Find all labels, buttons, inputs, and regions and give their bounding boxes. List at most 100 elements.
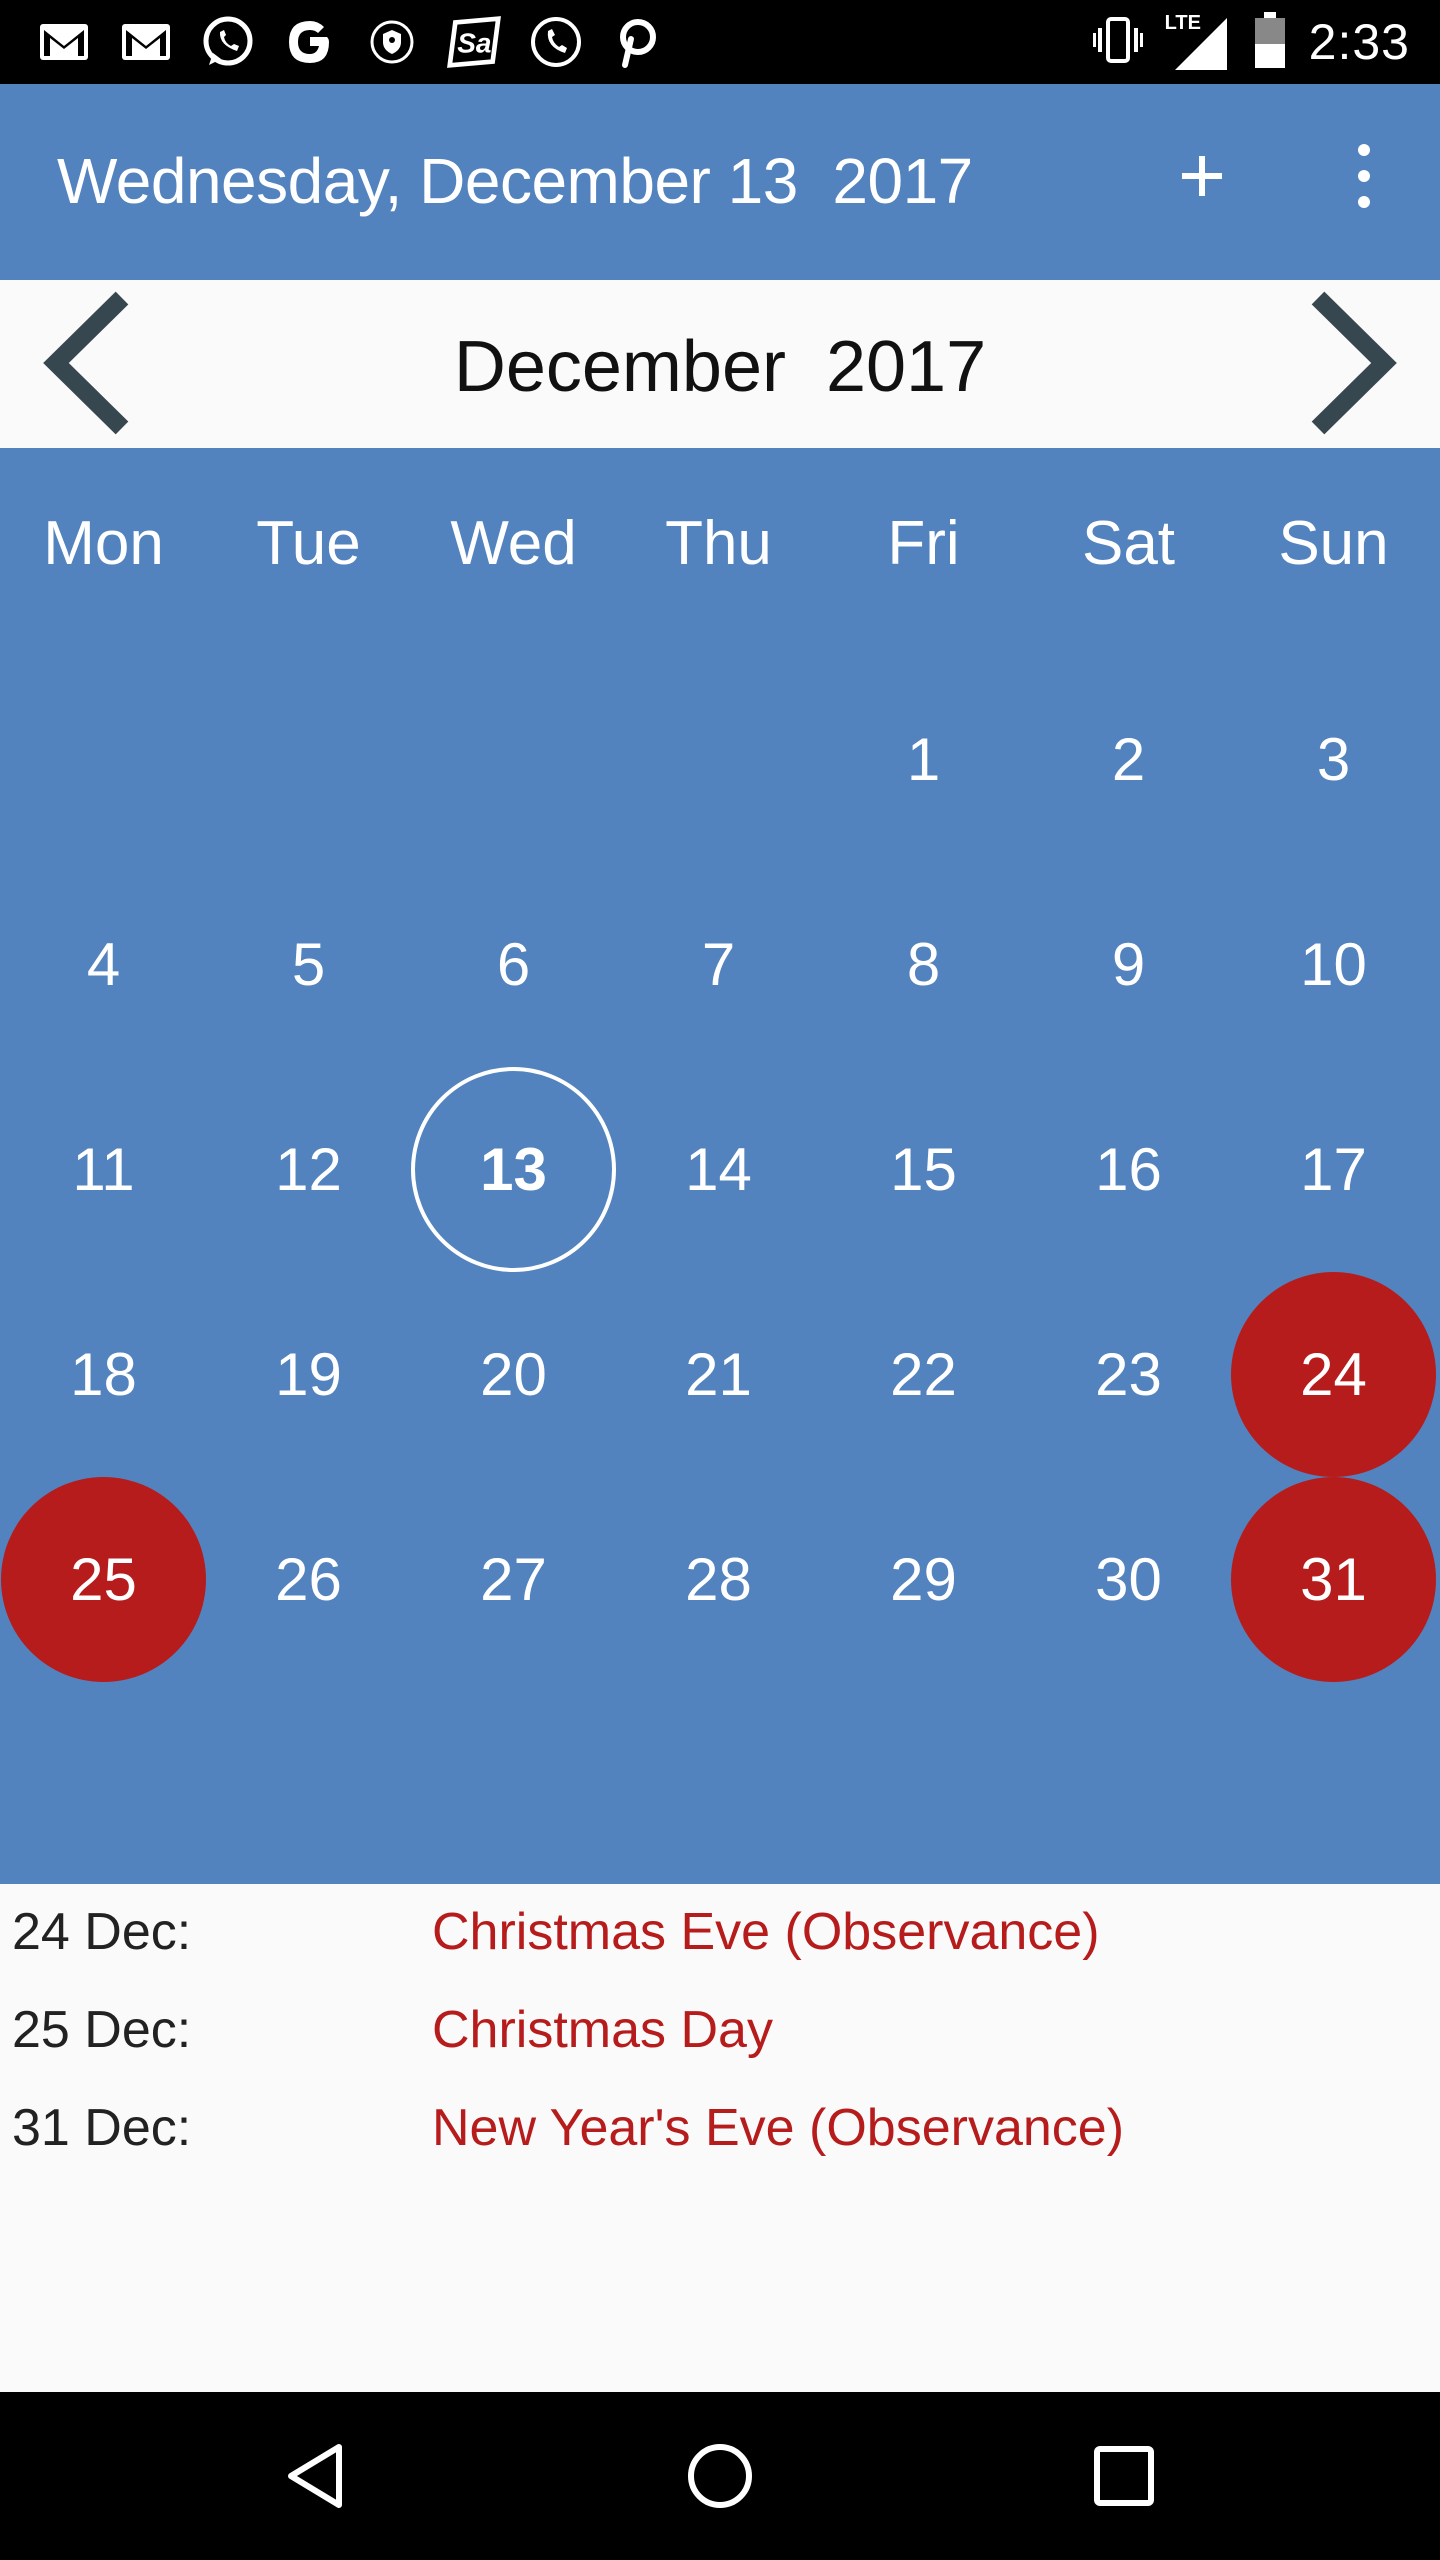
day-number: 10 bbox=[1300, 931, 1367, 998]
day-cell-11[interactable]: 11 bbox=[1, 1067, 206, 1272]
day-number: 25 bbox=[70, 1546, 137, 1613]
holiday-date: 31 Dec: bbox=[12, 2099, 192, 2157]
day-cell-31[interactable]: 31 bbox=[1231, 1477, 1436, 1682]
weekday-label: Wed bbox=[450, 509, 577, 578]
day-cell-17[interactable]: 17 bbox=[1231, 1067, 1436, 1272]
weekday-label: Mon bbox=[43, 509, 164, 578]
day-number: 20 bbox=[480, 1341, 547, 1408]
status-bar: Sa LTE 2:33 bbox=[0, 0, 1440, 84]
day-cell-26[interactable]: 26 bbox=[206, 1477, 411, 1682]
day-cell-25[interactable]: 25 bbox=[1, 1477, 206, 1682]
clock: 2:33 bbox=[1308, 14, 1410, 70]
holiday-name: Christmas Day bbox=[432, 2001, 773, 2059]
day-cell-19[interactable]: 19 bbox=[206, 1272, 411, 1477]
recents-icon bbox=[1094, 2446, 1154, 2506]
day-cell-28[interactable]: 28 bbox=[616, 1477, 821, 1682]
day-number: 18 bbox=[70, 1341, 137, 1408]
day-cell-14[interactable]: 14 bbox=[616, 1067, 821, 1272]
day-cell-29[interactable]: 29 bbox=[821, 1477, 1026, 1682]
day-cell-8[interactable]: 8 bbox=[821, 862, 1026, 1067]
gmail-icon bbox=[36, 14, 92, 70]
day-number: 19 bbox=[275, 1341, 342, 1408]
day-number: 22 bbox=[890, 1341, 957, 1408]
phone-icon bbox=[528, 14, 584, 70]
app-bar: Wednesday, December 13 2017 bbox=[0, 84, 1440, 280]
month-label: December 2017 bbox=[453, 327, 987, 407]
day-cell-21[interactable]: 21 bbox=[616, 1272, 821, 1477]
whatsapp-icon bbox=[200, 14, 256, 70]
holiday-row[interactable]: 31 Dec: New Year's Eve (Observance) bbox=[0, 2080, 1440, 2178]
day-cell-9[interactable]: 9 bbox=[1026, 862, 1231, 1067]
day-cell-10[interactable]: 10 bbox=[1231, 862, 1436, 1067]
day-cell-5[interactable]: 5 bbox=[206, 862, 411, 1067]
weekday-label: Tue bbox=[256, 509, 361, 578]
weekday-label: Fri bbox=[887, 509, 960, 578]
selected-date-title: Wednesday, December 13 2017 bbox=[57, 145, 973, 217]
day-number: 30 bbox=[1095, 1546, 1162, 1613]
day-cell-16[interactable]: 16 bbox=[1026, 1067, 1231, 1272]
weekday-label: Sun bbox=[1278, 509, 1389, 578]
day-number: 24 bbox=[1300, 1341, 1367, 1408]
holiday-row[interactable]: 24 Dec: Christmas Eve (Observance) bbox=[0, 1884, 1440, 1982]
vibrate-icon bbox=[1092, 13, 1143, 72]
day-cell-2[interactable]: 2 bbox=[1026, 657, 1231, 862]
day-cell-1[interactable]: 1 bbox=[821, 657, 1026, 862]
day-cell-6[interactable]: 6 bbox=[411, 862, 616, 1067]
day-number: 21 bbox=[685, 1341, 752, 1408]
day-cell-30[interactable]: 30 bbox=[1026, 1477, 1231, 1682]
day-number: 1 bbox=[906, 726, 941, 793]
day-cell-27[interactable]: 27 bbox=[411, 1477, 616, 1682]
day-number: 11 bbox=[72, 1136, 135, 1203]
day-number: 12 bbox=[275, 1136, 342, 1203]
day-cell-7[interactable]: 7 bbox=[616, 862, 821, 1067]
day-cell-15[interactable]: 15 bbox=[821, 1067, 1026, 1272]
gmail-icon bbox=[118, 14, 174, 70]
system-status: LTE 2:33 bbox=[1092, 10, 1410, 74]
day-cell-22[interactable]: 22 bbox=[821, 1272, 1026, 1477]
calendar-grid: Mon Tue Wed Thu Fri Sat Sun 1 2 3 4 5 6 7 8 9 10 1… bbox=[0, 448, 1440, 1884]
day-number: 16 bbox=[1095, 1136, 1162, 1203]
day-cell-12[interactable]: 12 bbox=[206, 1067, 411, 1272]
recents-button[interactable] bbox=[1074, 2426, 1174, 2526]
day-cell-24[interactable]: 24 bbox=[1231, 1272, 1436, 1477]
holiday-date: 24 Dec: bbox=[12, 1903, 192, 1961]
sa-app-icon: Sa bbox=[446, 14, 502, 70]
day-number: 26 bbox=[275, 1546, 342, 1613]
next-month-button[interactable] bbox=[1300, 288, 1410, 438]
day-number: 13 bbox=[480, 1136, 547, 1203]
weekday-label: Sat bbox=[1081, 509, 1176, 578]
navigation-bar bbox=[0, 2392, 1440, 2560]
day-number: 28 bbox=[685, 1546, 752, 1613]
weekday-label: Thu bbox=[665, 509, 772, 578]
day-number: 9 bbox=[1111, 931, 1146, 998]
shield-icon bbox=[364, 14, 420, 70]
more-vert-icon bbox=[1358, 144, 1370, 208]
home-button[interactable] bbox=[670, 2426, 770, 2526]
signal-icon: LTE bbox=[1165, 12, 1231, 72]
plus-icon bbox=[1182, 156, 1222, 196]
day-number: 5 bbox=[291, 931, 326, 998]
home-icon bbox=[688, 2444, 752, 2508]
chevron-right-icon bbox=[1311, 291, 1397, 435]
google-icon bbox=[282, 14, 338, 70]
day-cell-4[interactable]: 4 bbox=[1, 862, 206, 1067]
day-number: 27 bbox=[480, 1546, 547, 1613]
day-cell-23[interactable]: 23 bbox=[1026, 1272, 1231, 1477]
add-event-button[interactable] bbox=[1170, 144, 1234, 208]
holiday-name: Christmas Eve (Observance) bbox=[432, 1903, 1100, 1961]
holiday-row[interactable]: 25 Dec: Christmas Day bbox=[0, 1982, 1440, 2080]
day-number: 14 bbox=[685, 1136, 752, 1203]
day-cell-18[interactable]: 18 bbox=[1, 1272, 206, 1477]
holiday-date: 25 Dec: bbox=[12, 2001, 192, 2059]
day-number: 23 bbox=[1095, 1341, 1162, 1408]
month-header: December 2017 bbox=[0, 280, 1440, 448]
svg-text:Sa: Sa bbox=[457, 27, 491, 58]
day-number: 2 bbox=[1111, 726, 1146, 793]
back-button[interactable] bbox=[266, 2426, 366, 2526]
notification-icons: Sa bbox=[36, 14, 666, 70]
day-number: 8 bbox=[906, 931, 941, 998]
day-cell-3[interactable]: 3 bbox=[1231, 657, 1436, 862]
day-cell-20[interactable]: 20 bbox=[411, 1272, 616, 1477]
day-cell-13[interactable]: 13 bbox=[411, 1067, 616, 1272]
overflow-menu-button[interactable] bbox=[1336, 136, 1392, 216]
